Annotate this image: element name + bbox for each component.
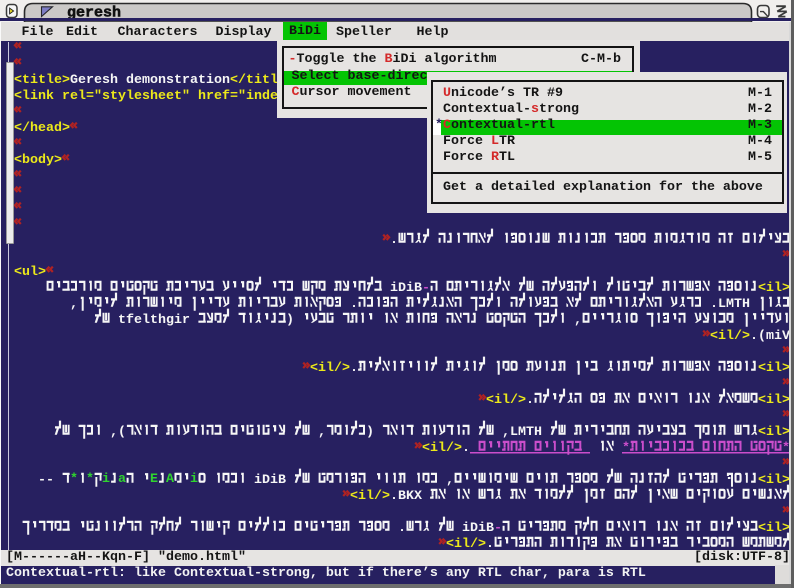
svg-text:*: * [70, 472, 78, 487]
svg-text:a: a [118, 472, 126, 487]
svg-text:i: i [190, 472, 198, 487]
svg-text:Geresh demonstration: Geresh demonstration [70, 73, 230, 88]
svg-text:-: - [494, 521, 502, 536]
svg-text:i: i [102, 472, 110, 487]
svg-text:</head>: </head> [14, 121, 70, 136]
svg-text:iDiB: iDiB [254, 473, 286, 488]
svg-text:A: A [166, 472, 174, 487]
svg-text:<body>: <body> [14, 153, 62, 168]
svg-text:<il>: <il> [758, 521, 790, 536]
svg-text:.: . [398, 521, 406, 536]
svg-text:iDiB: iDiB [390, 281, 422, 296]
svg-text:<ul>: <ul> [14, 265, 46, 280]
svg-text:<il/>: <il/> [350, 489, 390, 504]
svg-text:*: * [622, 441, 630, 456]
svg-text:,: , [318, 425, 326, 440]
svg-text:.BKX: .BKX [390, 489, 422, 504]
svg-text:,: , [446, 473, 454, 488]
svg-text:iDiB: iDiB [462, 521, 494, 536]
svg-text:.: . [462, 441, 470, 456]
svg-text:_: _ [469, 441, 479, 456]
svg-text:<il/>: <il/> [422, 441, 462, 456]
svg-text:<il/>: <il/> [486, 393, 526, 408]
svg-text:<title>: <title> [14, 73, 70, 88]
svg-text:.(miV: .(miV [750, 329, 790, 344]
svg-text:*: * [86, 472, 94, 487]
svg-text:<il>: <il> [758, 361, 790, 376]
svg-text:): ) [286, 313, 294, 328]
svg-text:.: . [350, 297, 358, 312]
svg-text:,: , [70, 297, 78, 312]
svg-text:--: -- [38, 473, 54, 488]
svg-text:,: , [574, 313, 582, 328]
svg-text:.: . [390, 233, 398, 248]
svg-text:<il/>: <il/> [310, 361, 350, 376]
svg-text:,LMTH: ,LMTH [502, 425, 542, 440]
svg-text:E: E [150, 472, 158, 487]
svg-text:): ) [366, 425, 374, 440]
svg-text:tfelthgir: tfelthgir [118, 313, 190, 328]
svg-text:,(: ,( [110, 425, 126, 440]
svg-text:<il>: <il> [758, 473, 790, 488]
svg-text:.LMTH: .LMTH [710, 297, 750, 312]
svg-text:.: . [526, 393, 534, 408]
svg-text:<il>: <il> [758, 393, 790, 408]
svg-text:_: _ [581, 441, 591, 456]
svg-text:<il/>: <il/> [710, 329, 750, 344]
svg-text:<il>: <il> [758, 281, 790, 296]
svg-text:.: . [350, 361, 358, 376]
svg-text:<il>: <il> [758, 425, 790, 440]
